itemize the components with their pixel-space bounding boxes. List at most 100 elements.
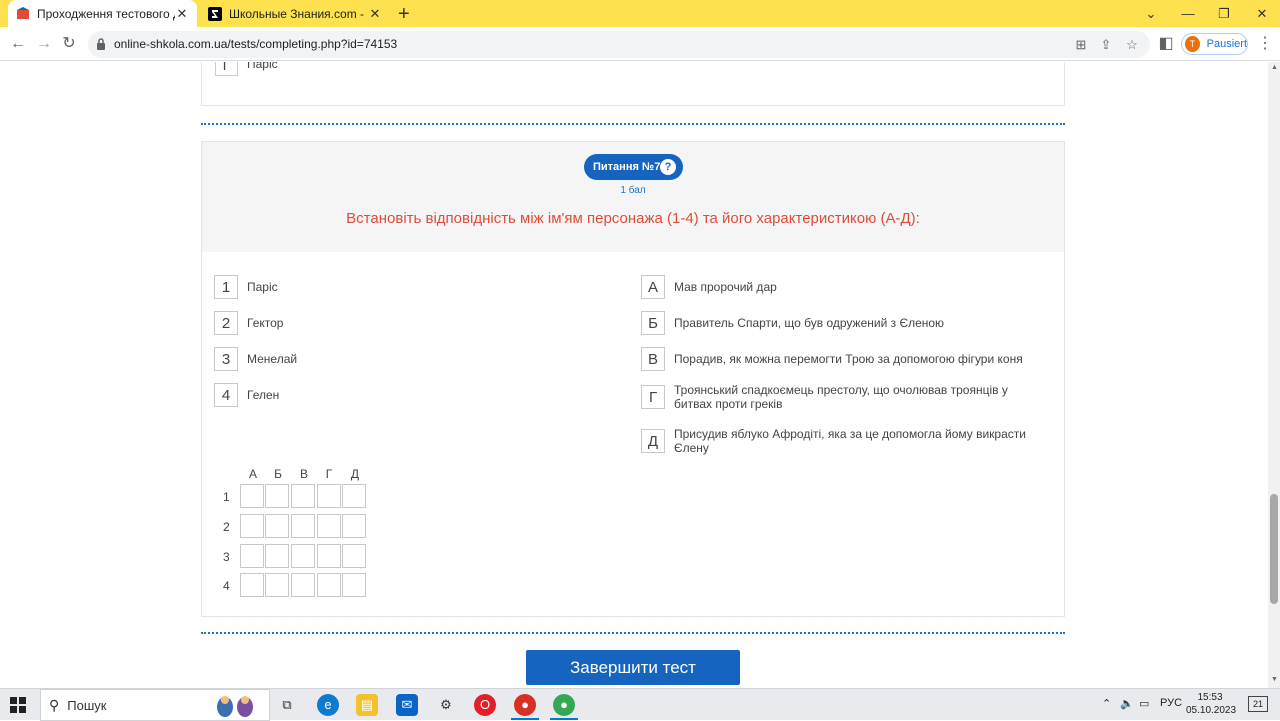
grid-column-label: Б bbox=[274, 467, 282, 481]
search-placeholder: Пошук bbox=[67, 697, 107, 713]
reload-icon[interactable]: ↻ bbox=[59, 34, 79, 54]
translate-icon[interactable]: ⊞ bbox=[1073, 37, 1089, 53]
profile-status: Pausiert bbox=[1206, 38, 1247, 50]
divider bbox=[201, 632, 1065, 634]
school-favicon-icon bbox=[17, 6, 29, 19]
settings-gear-icon[interactable]: ⚙ bbox=[435, 694, 457, 716]
taskbar-search[interactable]: ⚲ Пошук bbox=[40, 689, 270, 721]
finish-test-button[interactable]: Завершити тест bbox=[526, 650, 740, 685]
item-text: Гектор bbox=[247, 316, 284, 330]
grid-cell[interactable] bbox=[265, 544, 289, 568]
opera-icon[interactable]: O bbox=[474, 694, 496, 716]
scroll-down-icon[interactable]: ▼ bbox=[1271, 676, 1278, 683]
grid-cell[interactable] bbox=[342, 514, 366, 538]
task-view-icon[interactable]: ⧉ bbox=[276, 694, 298, 716]
grid-cell[interactable] bbox=[265, 573, 289, 597]
new-tab-icon[interactable]: + bbox=[398, 3, 410, 26]
answer-text: Паріс bbox=[247, 62, 278, 71]
mail-icon[interactable]: ✉ bbox=[396, 694, 418, 716]
back-icon[interactable]: ← bbox=[8, 34, 28, 54]
question-number-badge: Питання №7 ? bbox=[584, 154, 683, 180]
page-scrollbar[interactable]: ▲ ▼ bbox=[1268, 62, 1280, 688]
grid-cell[interactable] bbox=[317, 544, 341, 568]
scrollbar-thumb[interactable] bbox=[1270, 494, 1278, 604]
forward-icon[interactable]: → bbox=[34, 34, 54, 54]
help-icon[interactable]: ? bbox=[660, 159, 676, 175]
tab-znania[interactable]: Школьные Знания.com - Реша ✕ bbox=[200, 0, 390, 27]
volume-icon[interactable]: 🔈 bbox=[1120, 697, 1134, 710]
question-points: 1 бал bbox=[620, 185, 646, 196]
tab-title: Школьные Знания.com - Реша bbox=[229, 6, 368, 21]
item-text: Паріс bbox=[247, 280, 278, 294]
grid-cell[interactable] bbox=[240, 514, 264, 538]
scroll-up-icon[interactable]: ▲ bbox=[1271, 64, 1278, 71]
grid-row-label: 2 bbox=[223, 520, 230, 534]
notifications-icon[interactable]: 21 bbox=[1248, 696, 1268, 712]
file-explorer-icon[interactable]: ▤ bbox=[356, 694, 378, 716]
clock[interactable]: 15:53 05.10.2023 bbox=[1186, 691, 1236, 717]
grid-cell[interactable] bbox=[317, 514, 341, 538]
grid-cell[interactable] bbox=[342, 484, 366, 508]
grid-cell[interactable] bbox=[265, 484, 289, 508]
item-text: Троянський спадкоємець престолу, що очол… bbox=[674, 383, 1008, 411]
windows-start-icon[interactable] bbox=[10, 697, 26, 713]
grid-cell[interactable] bbox=[291, 484, 315, 508]
item-key: 1 bbox=[214, 275, 238, 299]
chrome-profile-icon[interactable]: ● bbox=[553, 694, 575, 716]
item-key: Г bbox=[641, 385, 665, 409]
grid-cell[interactable] bbox=[240, 573, 264, 597]
grid-cell[interactable] bbox=[240, 484, 264, 508]
tab-test[interactable]: Проходження тестового ДЗ - С ✕ bbox=[8, 0, 197, 27]
grid-cell[interactable] bbox=[342, 544, 366, 568]
side-panel-icon[interactable]: ◧ bbox=[1156, 34, 1176, 54]
page-content: Г Паріс Питання №7 ? 1 бал Встановіть ві… bbox=[0, 62, 1268, 688]
search-icon: ⚲ bbox=[49, 696, 60, 713]
item-text: Гелен bbox=[247, 388, 280, 402]
network-icon[interactable]: ▭ bbox=[1139, 697, 1149, 710]
tab-close-icon[interactable]: ✕ bbox=[175, 6, 189, 22]
minimize-icon[interactable]: — bbox=[1170, 0, 1206, 27]
znania-favicon-icon bbox=[208, 6, 222, 21]
share-icon[interactable]: ⇪ bbox=[1098, 37, 1114, 53]
left-item: 2 Гектор bbox=[214, 311, 283, 335]
left-item: 4 Гелен bbox=[214, 383, 279, 407]
grid-cell[interactable] bbox=[291, 544, 315, 568]
item-text: Менелай bbox=[247, 352, 298, 366]
grid-cell[interactable] bbox=[317, 573, 341, 597]
right-item: Д Присудив яблуко Афродіті, яка за це до… bbox=[641, 427, 1041, 455]
grid-cell[interactable] bbox=[240, 544, 264, 568]
left-item: 3 Менелай bbox=[214, 347, 297, 371]
tab-search-icon[interactable]: ⌄ bbox=[1133, 0, 1169, 27]
item-key: 2 bbox=[214, 311, 238, 335]
grid-cell[interactable] bbox=[291, 573, 315, 597]
bookmark-star-icon[interactable]: ☆ bbox=[1124, 37, 1140, 53]
item-key: Д bbox=[641, 429, 665, 453]
tab-close-icon[interactable]: ✕ bbox=[368, 6, 382, 22]
grid-column-label: В bbox=[299, 467, 308, 481]
chrome-icon[interactable]: ● bbox=[514, 694, 536, 716]
grid-row-label: 4 bbox=[223, 579, 230, 593]
tray-expand-icon[interactable]: ⌃ bbox=[1102, 697, 1111, 710]
grid-cell[interactable] bbox=[342, 573, 366, 597]
language-indicator[interactable]: РУС bbox=[1160, 697, 1182, 709]
item-key: А bbox=[641, 275, 665, 299]
grid-column-label: Г bbox=[325, 467, 333, 481]
left-item: 1 Паріс bbox=[214, 275, 278, 299]
item-key: Б bbox=[641, 311, 665, 335]
url-text: online-shkola.com.ua/tests/completing.ph… bbox=[114, 37, 398, 51]
close-window-icon[interactable]: ✕ bbox=[1244, 0, 1280, 27]
previous-question-card: Г Паріс bbox=[201, 62, 1065, 106]
windows-taskbar: ⚲ Пошук ⧉ e ▤ ✉ ⚙ O ● ● ⌃ 🔈 ▭ РУС 15:53 … bbox=[0, 688, 1280, 721]
menu-icon[interactable]: ⋮ bbox=[1255, 34, 1275, 54]
grid-cell[interactable] bbox=[291, 514, 315, 538]
right-item: Г Троянський спадкоємець престолу, що оч… bbox=[641, 383, 1041, 411]
question-card: Питання №7 ? 1 бал Встановіть відповідні… bbox=[201, 141, 1065, 617]
item-text: Порадив, як можна перемогти Трою за допо… bbox=[674, 352, 1023, 366]
profile-button[interactable]: T Pausiert bbox=[1181, 33, 1248, 55]
maximize-icon[interactable]: ❐ bbox=[1206, 0, 1242, 27]
edge-icon[interactable]: e bbox=[317, 694, 339, 716]
grid-cell[interactable] bbox=[317, 484, 341, 508]
grid-cell[interactable] bbox=[265, 514, 289, 538]
address-bar[interactable]: online-shkola.com.ua/tests/completing.ph… bbox=[88, 31, 1150, 58]
grid-column-label: А bbox=[248, 467, 257, 481]
